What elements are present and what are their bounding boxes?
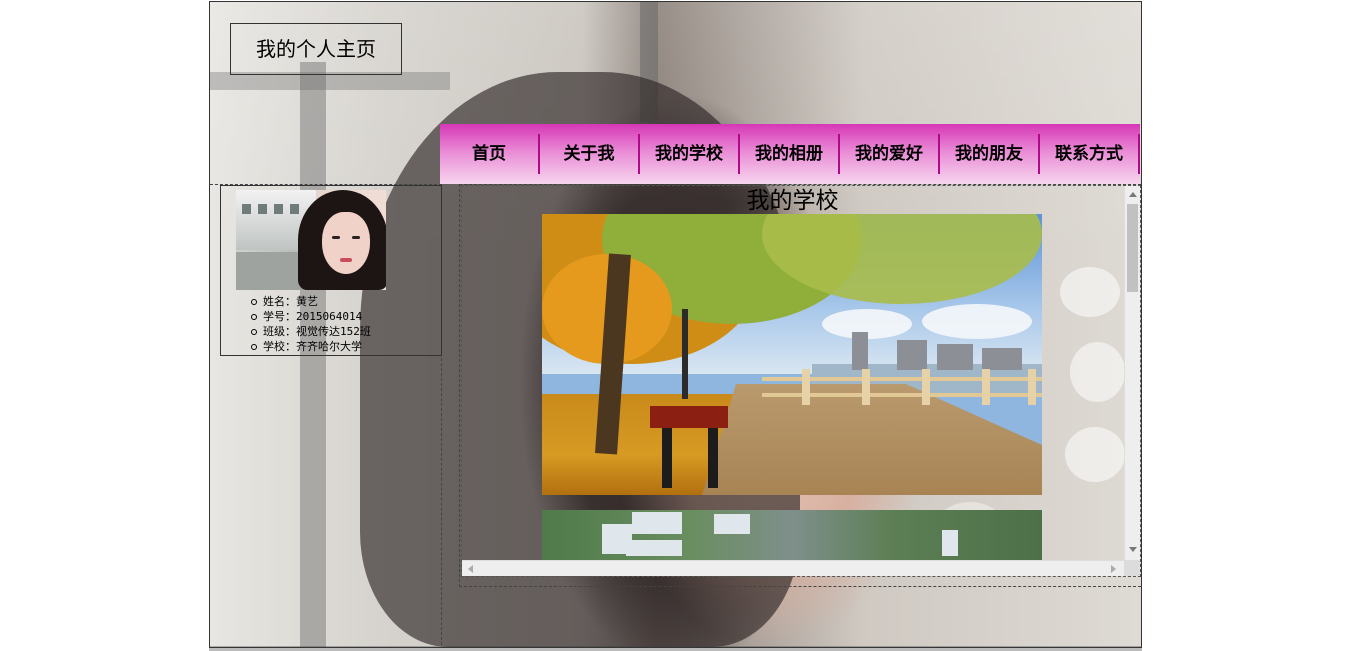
nav-item-album[interactable]: 我的相册: [740, 134, 840, 174]
scroll-right-icon[interactable]: [1111, 565, 1116, 573]
nav-item-home[interactable]: 首页: [440, 134, 540, 174]
horizontal-scrollbar[interactable]: [462, 560, 1124, 576]
profile-class: 班级：视觉传达152班: [251, 324, 371, 339]
scroll-left-icon[interactable]: [468, 565, 473, 573]
nav-item-contact[interactable]: 联系方式: [1040, 134, 1140, 174]
scroll-up-icon[interactable]: [1129, 192, 1137, 197]
nav-item-school[interactable]: 我的学校: [640, 134, 740, 174]
profile-info-list: 姓名：黄艺 学号：2015064014 班级：视觉传达152班 学校：齐齐哈尔大…: [251, 294, 371, 354]
nav-item-friends[interactable]: 我的朋友: [940, 134, 1040, 174]
school-photo-autumn-path: [542, 214, 1042, 495]
main-nav: 首页 关于我 我的学校 我的相册 我的爱好 我的朋友 联系方式: [440, 124, 1140, 184]
page-container: 我的个人主页 首页 关于我 我的学校 我的相册 我的爱好 我的朋友 联系方式 姓…: [209, 1, 1142, 648]
page-bottom-edge: [209, 646, 1142, 651]
scrollbar-corner: [1124, 560, 1140, 576]
profile-name: 姓名：黄艺: [251, 294, 371, 309]
profile-card: 姓名：黄艺 学号：2015064014 班级：视觉传达152班 学校：齐齐哈尔大…: [220, 185, 442, 356]
profile-student-id: 学号：2015064014: [251, 309, 371, 324]
content-iframe[interactable]: 我的学校: [461, 185, 1141, 577]
profile-school: 学校：齐齐哈尔大学: [251, 339, 371, 354]
scroll-down-icon[interactable]: [1129, 547, 1137, 552]
scrollbar-thumb[interactable]: [1127, 204, 1138, 292]
avatar: [236, 190, 386, 290]
vertical-scrollbar[interactable]: [1124, 186, 1140, 560]
content-title: 我的学校: [746, 188, 839, 214]
nav-item-hobbies[interactable]: 我的爱好: [840, 134, 940, 174]
nav-item-about[interactable]: 关于我: [540, 134, 640, 174]
site-title: 我的个人主页: [230, 23, 402, 75]
